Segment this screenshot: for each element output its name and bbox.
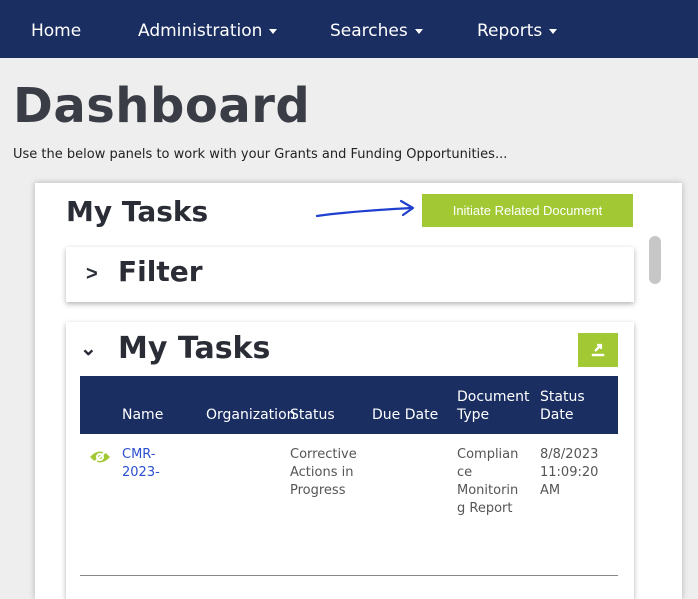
col-organization[interactable]: Organization bbox=[206, 406, 296, 424]
caret-down-icon bbox=[414, 28, 423, 34]
col-document-type-line2[interactable]: Type bbox=[457, 406, 489, 424]
row-status-date-line3: AM bbox=[540, 483, 561, 498]
caret-down-icon bbox=[269, 28, 278, 34]
nav-home[interactable]: Home bbox=[31, 21, 81, 41]
row-doc-type-line4: g Report bbox=[457, 501, 513, 516]
col-name[interactable]: Name bbox=[122, 406, 163, 424]
row-doc-type-line1: Complian bbox=[457, 447, 519, 462]
row-status-date-line2: 11:09:20 bbox=[540, 465, 599, 480]
nav-reports-label: Reports bbox=[477, 21, 543, 41]
my-tasks-title: My Tasks bbox=[118, 331, 271, 366]
col-status-date-line2[interactable]: Date bbox=[540, 406, 573, 424]
row-status-line2: Actions in bbox=[290, 465, 354, 480]
initiate-related-document-button[interactable]: Initiate Related Document bbox=[422, 194, 633, 227]
page-title: Dashboard bbox=[13, 78, 311, 134]
nav-searches[interactable]: Searches bbox=[330, 21, 423, 41]
tasks-table: Name Organization Status Due Date Docume… bbox=[80, 376, 618, 576]
caret-down-icon bbox=[549, 28, 558, 34]
filter-title: Filter bbox=[118, 255, 203, 288]
nav-searches-label: Searches bbox=[330, 21, 408, 41]
row-doc-type-line2: ce bbox=[457, 465, 473, 480]
chevron-right-icon: > bbox=[86, 263, 98, 285]
chevron-down-icon[interactable]: ⌄ bbox=[80, 336, 97, 361]
page-subtitle: Use the below panels to work with your G… bbox=[13, 147, 508, 162]
nav-reports[interactable]: Reports bbox=[477, 21, 558, 41]
annotation-arrow-icon bbox=[315, 199, 415, 218]
nav-administration[interactable]: Administration bbox=[138, 21, 278, 41]
tasks-panel-header: My Tasks bbox=[66, 195, 209, 228]
filter-card[interactable]: > Filter bbox=[66, 247, 634, 302]
my-tasks-card: ⌄ My Tasks Name Organization Status Due … bbox=[66, 322, 634, 599]
row-name-line2[interactable]: 2023- bbox=[122, 464, 160, 482]
col-due-date[interactable]: Due Date bbox=[372, 406, 438, 424]
table-header: Name Organization Status Due Date Docume… bbox=[80, 376, 618, 434]
nav-administration-label: Administration bbox=[138, 21, 263, 41]
row-status-date-line1: 8/8/2023 bbox=[540, 447, 599, 462]
export-icon bbox=[591, 343, 605, 357]
row-status-line1: Corrective bbox=[290, 447, 357, 462]
col-document-type-line1[interactable]: Document bbox=[457, 388, 530, 406]
col-status-date-line1[interactable]: Status bbox=[540, 388, 585, 406]
row-doc-type-line3: Monitorin bbox=[457, 483, 519, 498]
row-status-line3: Progress bbox=[290, 483, 346, 498]
scrollbar-thumb[interactable] bbox=[649, 236, 661, 284]
col-status[interactable]: Status bbox=[290, 406, 335, 424]
top-navbar: Home Administration Searches Reports bbox=[0, 0, 698, 58]
export-button[interactable] bbox=[578, 333, 618, 367]
eye-view-icon[interactable] bbox=[88, 446, 112, 468]
row-name-line1[interactable]: CMR- bbox=[122, 446, 156, 464]
